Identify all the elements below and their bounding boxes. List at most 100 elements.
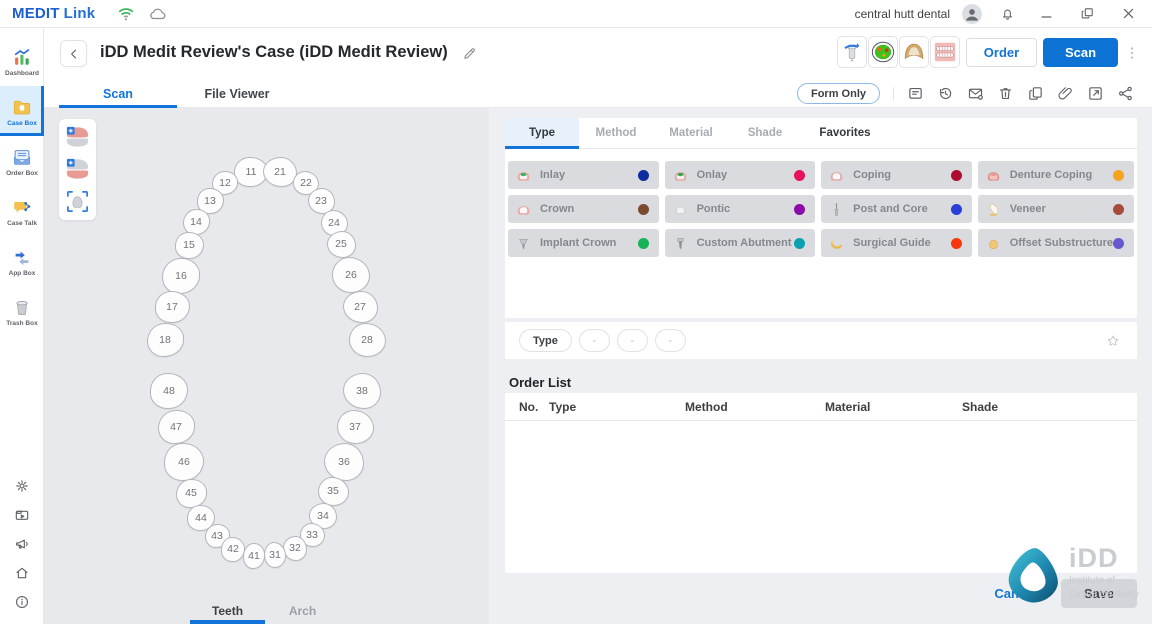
memo-icon[interactable] <box>907 85 924 102</box>
tooth-number: 34 <box>317 510 329 522</box>
medit-link-window: MEDITLink central hutt dental DashboardC… <box>0 0 1152 624</box>
export-icon[interactable] <box>1087 85 1104 102</box>
type-button-denture-coping[interactable]: Denture Coping <box>978 161 1134 189</box>
tab-scan[interactable]: Scan <box>59 80 177 107</box>
bite-scan-thumb[interactable] <box>64 188 91 215</box>
type-button-surgical-guide[interactable]: Surgical Guide <box>821 229 972 257</box>
form-tab-shade[interactable]: Shade <box>729 118 801 148</box>
veneer-icon <box>985 201 1002 218</box>
media-box-icon[interactable] <box>14 507 30 523</box>
tooth-26[interactable]: 26 <box>332 257 370 293</box>
maxilla-model-preview[interactable] <box>899 36 929 68</box>
type-button-pontic[interactable]: Pontic <box>665 195 816 223</box>
empty-filter-pill[interactable]: - <box>655 329 686 352</box>
type-color-dot <box>951 204 962 215</box>
type-button-inlay[interactable]: Inlay <box>508 161 659 189</box>
empty-filter-pill[interactable]: - <box>617 329 648 352</box>
tooth-42[interactable]: 42 <box>221 537 245 562</box>
tooth-28[interactable]: 28 <box>349 323 386 357</box>
type-button-veneer[interactable]: Veneer <box>978 195 1134 223</box>
tooth-number: 16 <box>175 270 187 282</box>
tooth-36[interactable]: 36 <box>324 443 364 481</box>
type-button-coping[interactable]: Coping <box>821 161 972 189</box>
sidebar-item-label: Trash Box <box>6 320 37 327</box>
sidebar-item-order-box[interactable]: Order Box <box>0 136 44 186</box>
tooth-47[interactable]: 47 <box>158 410 195 444</box>
type-button-post-and-core[interactable]: Post and Core <box>821 195 972 223</box>
tooth-27[interactable]: 27 <box>343 291 378 323</box>
more-options-icon[interactable] <box>1124 44 1140 62</box>
trash-box-icon <box>11 296 33 318</box>
implant-abutment-preview[interactable] <box>837 36 867 68</box>
tooth-38[interactable]: 38 <box>343 373 381 409</box>
content: 1121122213231424152516261727182848384737… <box>44 108 1152 624</box>
maxilla-scan-thumb[interactable] <box>64 124 91 151</box>
copy-icon[interactable] <box>1027 85 1044 102</box>
type-button-crown[interactable]: Crown <box>508 195 659 223</box>
empty-filter-pill[interactable]: - <box>579 329 610 352</box>
sidebar-item-case-talk[interactable]: Case Talk <box>0 186 44 236</box>
settings-icon[interactable] <box>14 478 30 494</box>
tab-file-viewer[interactable]: File Viewer <box>177 80 297 107</box>
form-tab-method[interactable]: Method <box>579 118 653 148</box>
sidebar-item-app-box[interactable]: App Box <box>0 236 44 286</box>
home-icon[interactable] <box>14 565 30 581</box>
tooth-17[interactable]: 17 <box>155 291 190 323</box>
tooth-15[interactable]: 15 <box>175 232 204 259</box>
view-tab-teeth[interactable]: Teeth <box>190 598 265 624</box>
announcement-icon[interactable] <box>14 536 30 552</box>
minimize-icon[interactable] <box>1039 6 1054 21</box>
restore-icon[interactable] <box>1080 6 1095 21</box>
tooth-31[interactable]: 31 <box>264 542 286 568</box>
custom-abutment-icon <box>672 235 689 252</box>
sidebar-item-trash-box[interactable]: Trash Box <box>0 286 44 336</box>
form-tab-favorites[interactable]: Favorites <box>801 118 889 148</box>
cancel-button[interactable]: Cancel <box>994 586 1037 601</box>
type-color-dot <box>794 204 805 215</box>
inlay-icon <box>515 167 532 184</box>
tooth-18[interactable]: 18 <box>147 323 184 357</box>
type-button-implant-crown[interactable]: Implant Crown <box>508 229 659 257</box>
bell-icon[interactable] <box>1000 6 1015 21</box>
info-icon[interactable] <box>14 594 30 610</box>
type-button-label: Custom Abutment <box>697 237 795 249</box>
tooth-35[interactable]: 35 <box>318 477 349 506</box>
mandible-scan-thumb[interactable] <box>64 156 91 183</box>
mail-icon[interactable] <box>967 85 984 102</box>
favorite-star-icon[interactable] <box>1105 333 1121 349</box>
share-icon[interactable] <box>1117 85 1134 102</box>
tooth-25[interactable]: 25 <box>327 231 356 258</box>
attachment-icon[interactable] <box>1057 85 1074 102</box>
tooth-16[interactable]: 16 <box>162 258 200 294</box>
sidebar-item-dashboard[interactable]: Dashboard <box>0 36 44 86</box>
tooth-37[interactable]: 37 <box>337 410 374 444</box>
type-button-offset-substructure[interactable]: Offset Substructure <box>978 229 1134 257</box>
order-button[interactable]: Order <box>966 38 1037 67</box>
form-tab-type[interactable]: Type <box>505 118 579 148</box>
edit-title-icon[interactable] <box>462 46 477 61</box>
back-button[interactable] <box>60 40 87 67</box>
tooth-21[interactable]: 21 <box>263 157 297 187</box>
save-button[interactable]: Save <box>1061 579 1137 608</box>
type-button-custom-abutment[interactable]: Custom Abutment <box>665 229 816 257</box>
tooth-46[interactable]: 46 <box>164 443 204 481</box>
form-tab-material[interactable]: Material <box>653 118 729 148</box>
articulated-teeth-preview[interactable] <box>930 36 960 68</box>
trash-icon[interactable] <box>997 85 1014 102</box>
history-icon[interactable] <box>937 85 954 102</box>
tooth-number: 44 <box>195 512 207 524</box>
close-icon[interactable] <box>1121 6 1136 21</box>
view-tab-arch[interactable]: Arch <box>265 598 340 624</box>
scan-button[interactable]: Scan <box>1043 38 1118 67</box>
sidebar-item-case-box[interactable]: Case Box <box>0 86 44 136</box>
tooth-45[interactable]: 45 <box>176 479 207 508</box>
tooth-48[interactable]: 48 <box>150 373 188 409</box>
tooth-32[interactable]: 32 <box>283 536 307 561</box>
onlay-icon <box>672 167 689 184</box>
avatar[interactable] <box>962 4 982 24</box>
type-filter-pill[interactable]: Type <box>519 329 572 352</box>
occlusal-map-preview[interactable] <box>868 36 898 68</box>
tooth-41[interactable]: 41 <box>243 543 265 569</box>
type-button-onlay[interactable]: Onlay <box>665 161 816 189</box>
form-only-button[interactable]: Form Only <box>797 83 880 104</box>
